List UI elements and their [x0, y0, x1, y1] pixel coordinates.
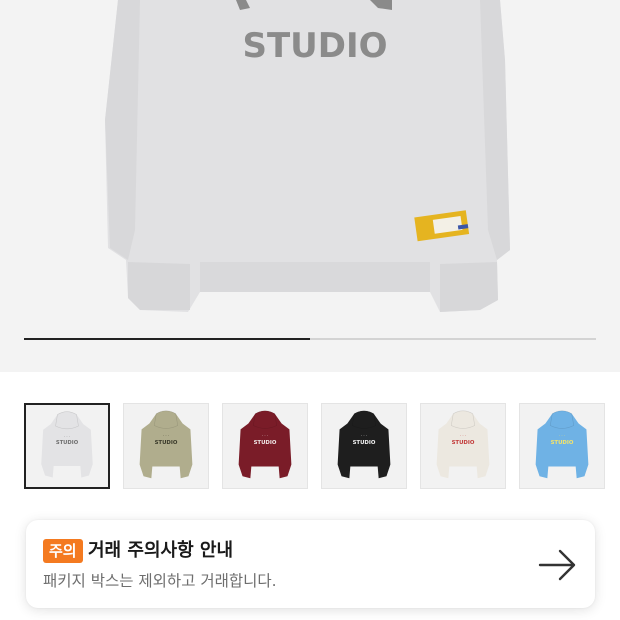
svg-text:· · ·: · · · — [64, 433, 70, 438]
carousel-progress-bar — [24, 338, 596, 340]
thumbnail-strip[interactable]: STUDIO · · · STUDIO · · · STUDIO · · · STUDIO ·… — [24, 403, 620, 489]
hoodie-thumbnail-image: STUDIO · · · — [535, 410, 589, 479]
caution-badge: 주의 — [43, 539, 83, 563]
trade-notice-card[interactable]: 주의 거래 주의사항 안내 패키지 박스는 제외하고 거래합니다. — [26, 520, 595, 608]
hoodie-thumbnail-image: STUDIO · · · — [238, 410, 292, 479]
thumbnail-sky-blue[interactable]: STUDIO · · · — [519, 403, 605, 489]
svg-text:· · ·: · · · — [262, 433, 268, 438]
notice-description: 패키지 박스는 제외하고 거래합니다. — [43, 572, 277, 590]
thumbnail-print-text: STUDIO — [56, 440, 79, 446]
svg-text:· · ·: · · · — [559, 433, 565, 438]
svg-text:· · ·: · · · — [361, 433, 367, 438]
hoodie-image: STUDIO — [105, 0, 510, 312]
thumbnail-burgundy[interactable]: STUDIO · · · — [222, 403, 308, 489]
svg-text:· · ·: · · · — [460, 433, 466, 438]
thumbnail-print-text: STUDIO — [452, 440, 475, 446]
hoodie-thumbnail-image: STUDIO · · · — [41, 411, 93, 478]
arrow-right-icon[interactable] — [538, 548, 578, 582]
carousel-progress-fill — [24, 338, 310, 340]
thumbnail-cream[interactable]: STUDIO · · · — [420, 403, 506, 489]
thumbnail-print-text: STUDIO — [551, 440, 574, 446]
svg-text:· · ·: · · · — [163, 433, 169, 438]
notice-title: 거래 주의사항 안내 — [88, 540, 234, 561]
product-image-carousel[interactable]: STUDIO — [0, 0, 620, 372]
thumbnail-black[interactable]: STUDIO · · · — [321, 403, 407, 489]
thumbnail-gray[interactable]: STUDIO · · · — [24, 403, 110, 489]
hoodie-print-text: STUDIO — [242, 26, 387, 66]
hoodie-thumbnail-image: STUDIO · · · — [139, 410, 193, 479]
hoodie-thumbnail-image: STUDIO · · · — [337, 410, 391, 479]
hoodie-thumbnail-image: STUDIO · · · — [436, 410, 490, 479]
thumbnail-print-text: STUDIO — [353, 440, 376, 446]
thumbnail-print-text: STUDIO — [155, 440, 178, 446]
thumbnail-khaki[interactable]: STUDIO · · · — [123, 403, 209, 489]
thumbnail-print-text: STUDIO — [254, 440, 277, 446]
